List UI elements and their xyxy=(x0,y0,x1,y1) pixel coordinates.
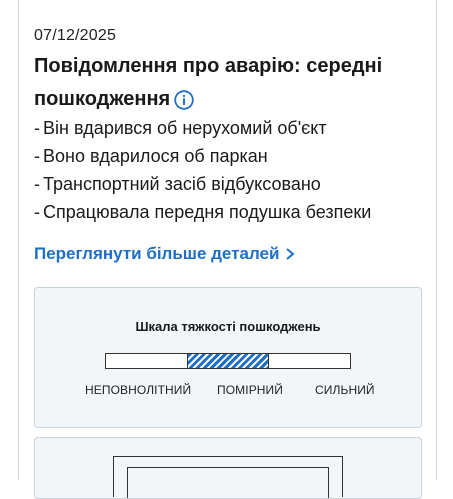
severity-label-moderate: ПОМІРНИЙ xyxy=(217,383,284,397)
severity-scale-bar xyxy=(105,353,351,369)
accident-details-list: - Він вдарився об нерухомий об'єкт - Воно … xyxy=(34,114,371,226)
severity-segment-minor xyxy=(106,354,187,368)
damage-diagram-panel xyxy=(34,437,422,499)
severity-scale-panel: Шкала тяжкості пошкоджень НЕПОВНОЛІТНИЙ … xyxy=(34,287,422,428)
chevron-right-icon xyxy=(286,248,295,260)
severity-label-severe: СИЛЬНИЙ xyxy=(315,383,375,397)
severity-segment-moderate xyxy=(186,354,269,368)
severity-segment-severe xyxy=(268,354,350,368)
severity-scale-title: Шкала тяжкості пошкоджень xyxy=(135,319,321,334)
vehicle-diagram xyxy=(113,456,343,498)
accident-report-card: 07/12/2025 Повідомлення про аварію: сере… xyxy=(18,0,437,499)
detail-item: - Воно вдарилося об паркан xyxy=(34,146,268,166)
see-more-details-label: Переглянути більше деталей xyxy=(34,244,280,263)
severity-scale-labels: НЕПОВНОЛІТНИЙ ПОМІРНИЙ СИЛЬНИЙ xyxy=(80,383,380,399)
detail-item: - Він вдарився об нерухомий об'єкт xyxy=(34,118,327,138)
severity-label-minor: НЕПОВНОЛІТНИЙ xyxy=(85,383,192,397)
detail-item: - Транспортний засіб відбуксовано xyxy=(34,174,321,194)
detail-item: - Спрацювала передня подушка безпеки xyxy=(34,202,372,222)
report-date: 07/12/2025 xyxy=(34,27,117,44)
see-more-details-link[interactable]: Переглянути більше деталей xyxy=(34,244,295,264)
report-title: Повідомлення про аварію: середні пошкодж… xyxy=(34,50,404,116)
report-title-text: Повідомлення про аварію: середні пошкодж… xyxy=(34,55,383,110)
vehicle-diagram-inner xyxy=(127,467,329,498)
info-icon[interactable] xyxy=(174,88,194,110)
